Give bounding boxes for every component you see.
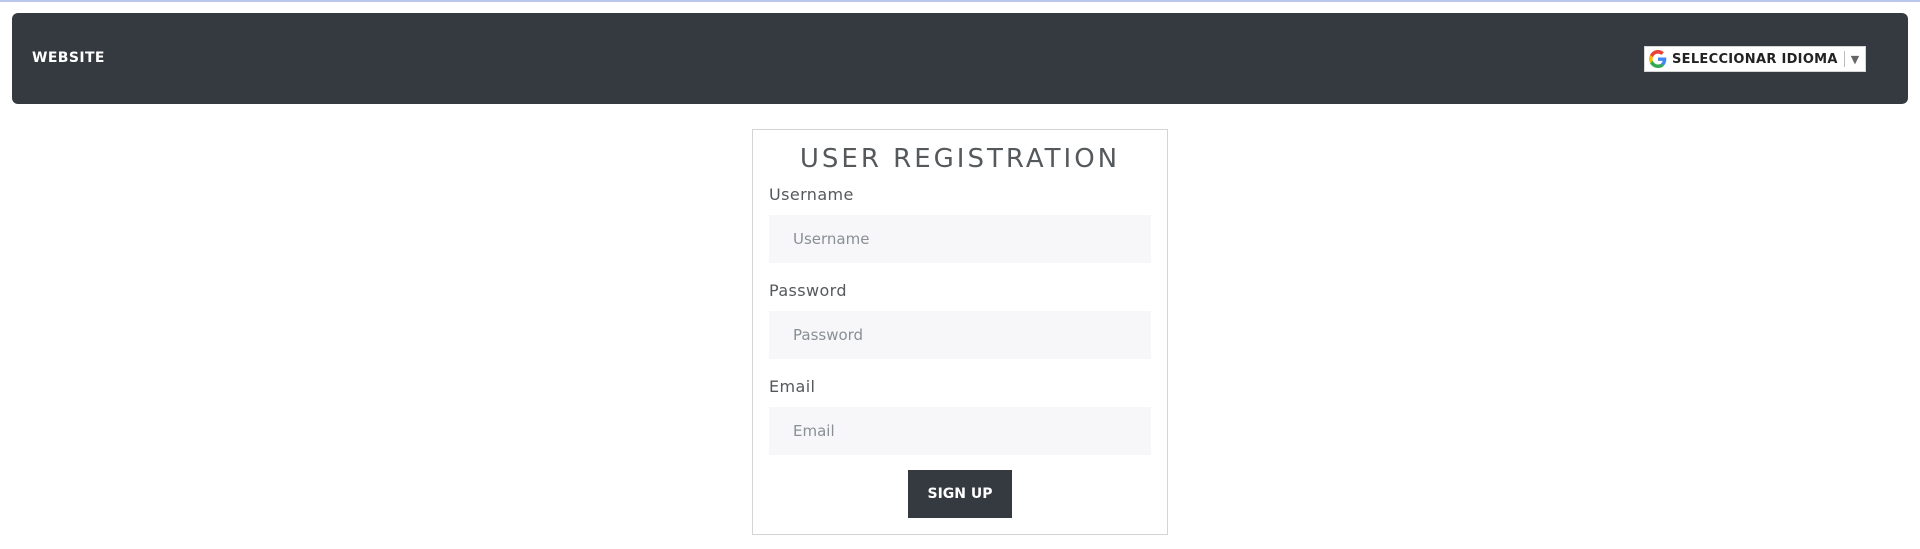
form-title: USER REGISTRATION [799,144,1121,174]
email-input[interactable] [769,407,1151,455]
password-label: Password [769,281,847,300]
dropdown-arrow-icon: ▼ [1850,52,1860,66]
registration-form: USER REGISTRATION Username Password Emai… [752,129,1168,535]
language-select-divider [1843,51,1845,67]
browser-top-border [0,0,1920,2]
language-select[interactable]: SELECCIONAR IDIOMA ▼ [1644,46,1866,72]
google-g-icon [1649,50,1667,68]
email-label: Email [769,377,816,396]
brand-link[interactable]: WEBSITE [32,13,105,104]
password-input[interactable] [769,311,1151,359]
language-select-label: SELECCIONAR IDIOMA [1672,51,1838,67]
sign-up-button[interactable]: SIGN UP [908,470,1012,518]
username-label: Username [769,185,854,204]
navbar: WEBSITE SELECCIONAR IDIOMA ▼ [12,13,1908,104]
username-input[interactable] [769,215,1151,263]
